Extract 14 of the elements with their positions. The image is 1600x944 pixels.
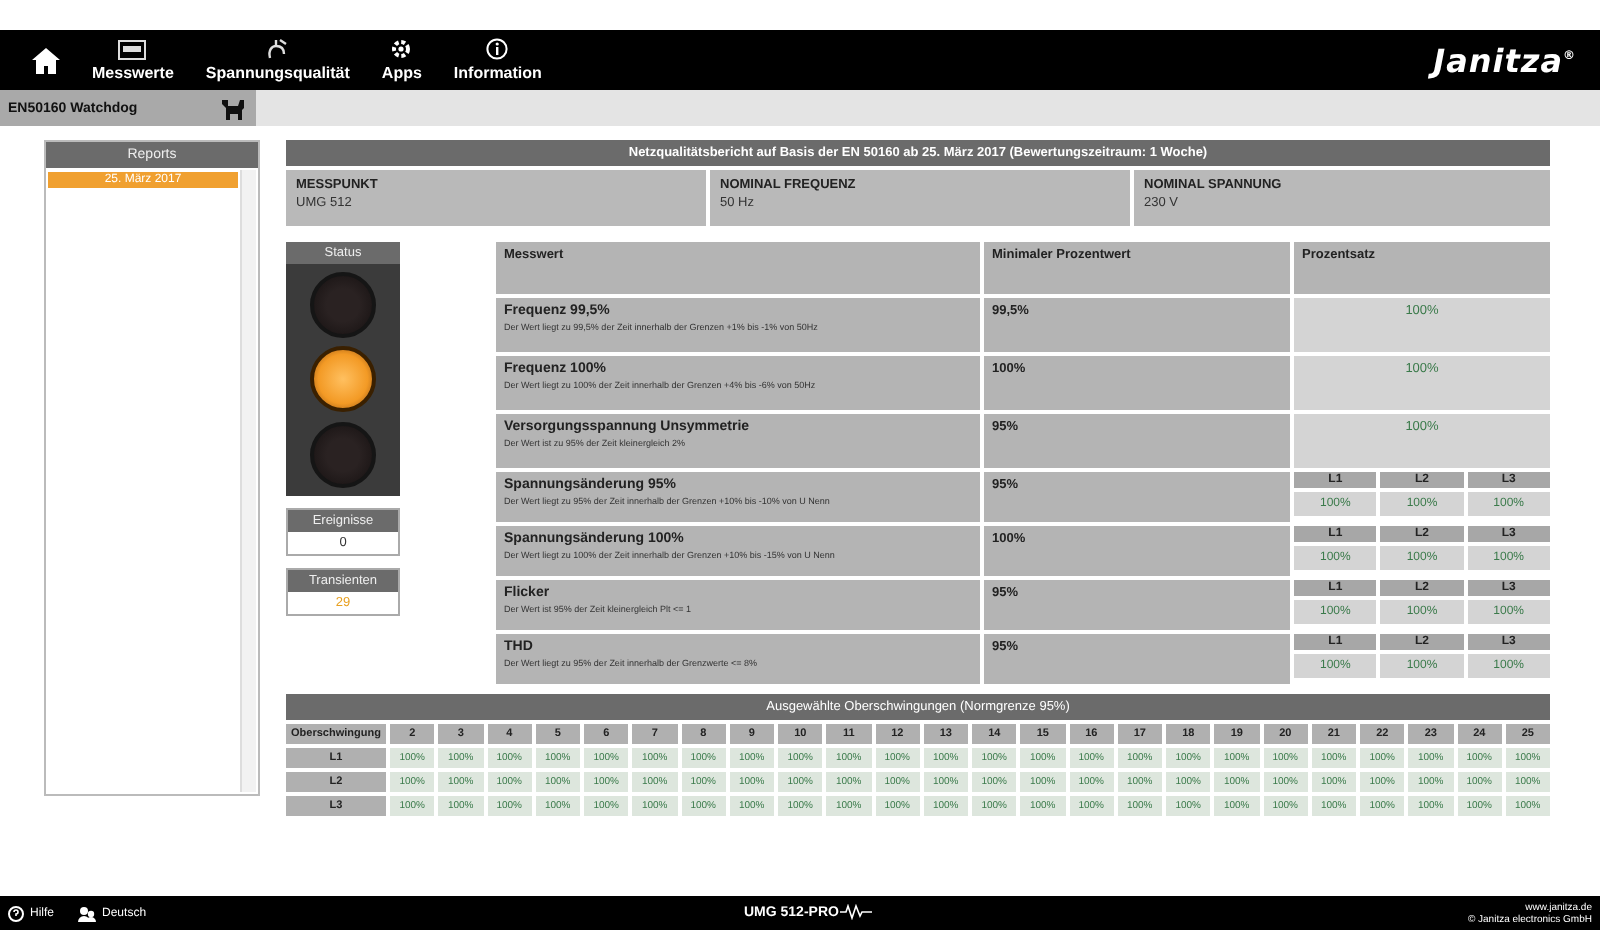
nav-item[interactable]: Information: [441, 38, 554, 82]
home-icon: [32, 47, 60, 73]
meter-icon: [118, 39, 147, 59]
waveform-icon: [840, 904, 873, 920]
nav-item[interactable]: Apps: [369, 38, 434, 82]
people-icon: [78, 905, 97, 921]
scrollbar[interactable]: [240, 170, 256, 792]
nav-item[interactable]: Spannungsqualität: [193, 38, 362, 82]
gear-icon: [390, 38, 413, 60]
logo: Janitza$^{®}$: [1433, 41, 1576, 79]
help-icon: [8, 905, 24, 921]
info-icon: [486, 38, 509, 60]
dog-icon: [220, 97, 244, 119]
nav-item[interactable]: Messwerte: [80, 39, 186, 81]
